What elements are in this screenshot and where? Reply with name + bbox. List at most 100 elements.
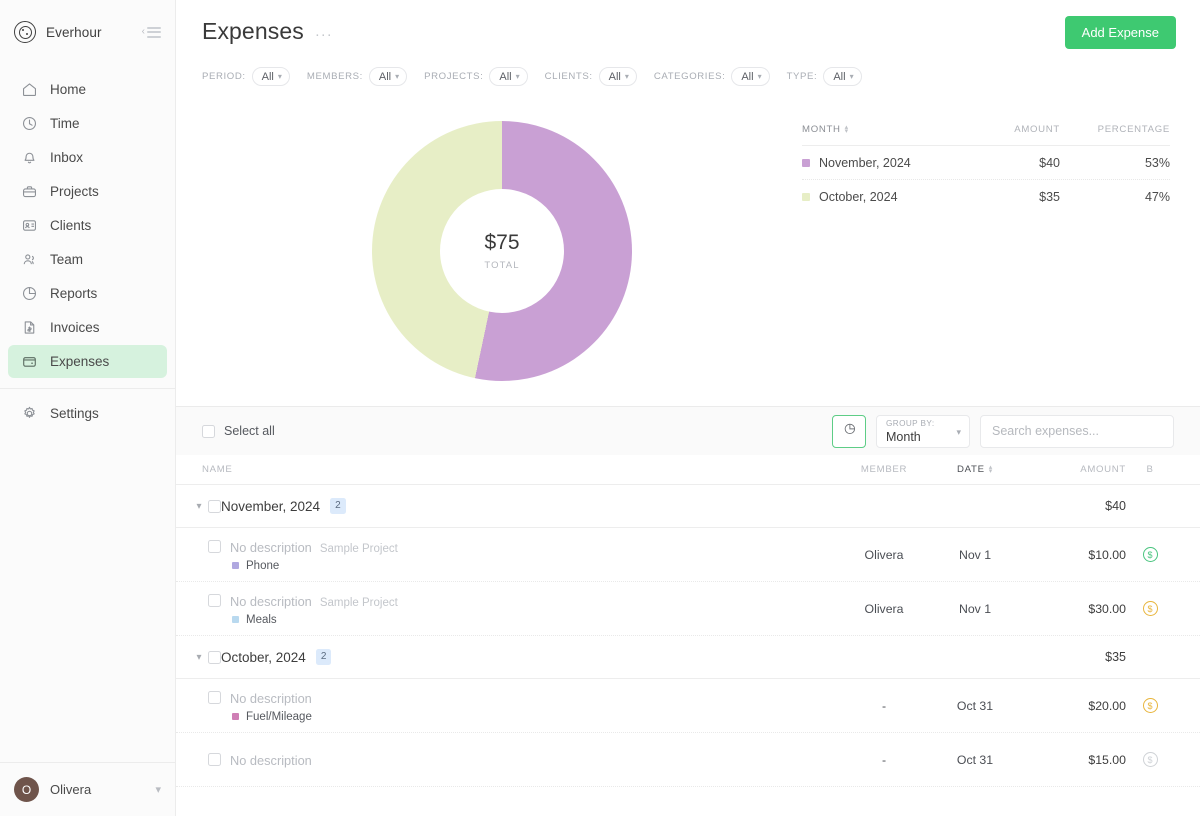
expense-member: -	[836, 753, 932, 767]
expense-texts: No description	[230, 753, 320, 768]
sort-icon: ▴▾	[989, 466, 993, 474]
chart-section: $75 TOTAL MONTH ▴▾ AMOUNT PERCENTAGE	[176, 86, 1200, 406]
filter-label: PERIOD:	[202, 71, 246, 82]
expense-member: Olivera	[836, 548, 932, 562]
expense-name-cell: No description Sample Project Meals	[208, 592, 836, 626]
filter-clients-dropdown[interactable]: All ▾	[599, 67, 637, 86]
legend-header-row: MONTH ▴▾ AMOUNT PERCENTAGE	[802, 124, 1170, 146]
sidebar-item-label: Reports	[50, 286, 97, 301]
group-checkbox[interactable]	[208, 651, 221, 664]
billable-dollar-icon[interactable]: $	[1143, 752, 1158, 767]
legend-row[interactable]: November, 2024 $40 53%	[802, 146, 1170, 180]
category-color-dot	[232, 616, 239, 623]
legend-row-amount: $35	[950, 190, 1060, 204]
more-options-icon[interactable]: ···	[315, 21, 333, 42]
select-all-checkbox[interactable]	[202, 425, 215, 438]
collapse-sidebar-icon[interactable]: ‹	[142, 27, 161, 38]
sidebar-item-label: Home	[50, 82, 86, 97]
chevron-down-icon[interactable]: ▾	[190, 501, 208, 512]
filter-period-dropdown[interactable]: All ▾	[252, 67, 290, 86]
sidebar-item-clients[interactable]: Clients	[8, 209, 167, 242]
brand: Everhour ‹	[0, 0, 175, 64]
expense-category: Fuel/Mileage	[230, 711, 320, 723]
table-row[interactable]: No description Sample Project Meals Oliv…	[176, 582, 1200, 636]
user-menu[interactable]: O Olivera ▾	[0, 762, 175, 816]
filter-label: CLIENTS:	[545, 71, 593, 82]
billable-dollar-icon[interactable]: $	[1143, 601, 1158, 616]
group-count-badge: 2	[316, 649, 332, 665]
search-input[interactable]	[980, 415, 1174, 448]
billable-dollar-icon[interactable]: $	[1143, 698, 1158, 713]
legend-col-amount: AMOUNT	[950, 124, 1060, 135]
people-icon	[20, 250, 39, 269]
chevron-left-icon: ‹	[142, 27, 145, 37]
category-label: Meals	[246, 614, 277, 626]
billable-dollar-icon[interactable]: $	[1143, 547, 1158, 562]
donut-chart: $75 TOTAL	[372, 121, 632, 381]
filter-type-dropdown[interactable]: All ▾	[823, 67, 861, 86]
sidebar-item-home[interactable]: Home	[8, 73, 167, 106]
table-row[interactable]: No description Sample Project Phone Oliv…	[176, 528, 1200, 582]
page-header: Expenses ··· Add Expense PERIOD: All ▾ M…	[176, 0, 1200, 86]
row-checkbox[interactable]	[208, 594, 221, 607]
legend-row-name-cell: October, 2024	[802, 190, 950, 204]
toolbar-right: GROUP BY: Month ▾	[832, 415, 1174, 448]
row-checkbox[interactable]	[208, 540, 221, 553]
expense-name-cell: No description Sample Project Phone	[208, 538, 836, 572]
filter-projects-dropdown[interactable]: All ▾	[489, 67, 527, 86]
menu-lines-icon	[147, 27, 161, 38]
group-name: November, 2024	[221, 499, 320, 514]
group-total-amount: $40	[1018, 499, 1126, 513]
filter-type: TYPE: All ▾	[787, 67, 862, 86]
column-header-member[interactable]: MEMBER	[836, 464, 932, 475]
group-header-row[interactable]: ▾ November, 2024 2 $40	[176, 485, 1200, 528]
select-all-control[interactable]: Select all	[202, 424, 275, 438]
expense-name-cell: No description	[208, 751, 836, 768]
sidebar-item-projects[interactable]: Projects	[8, 175, 167, 208]
briefcase-icon	[20, 182, 39, 201]
expense-title-line: No description Sample Project	[230, 540, 398, 555]
expense-billable-cell: $	[1126, 547, 1174, 562]
table-row[interactable]: No description - Oct 31 $15.00 $	[176, 733, 1200, 787]
sidebar-item-inbox[interactable]: Inbox	[8, 141, 167, 174]
group-by-dropdown[interactable]: GROUP BY: Month ▾	[876, 415, 970, 448]
expense-project: Sample Project	[320, 543, 398, 555]
sidebar-item-time[interactable]: Time	[8, 107, 167, 140]
add-expense-button[interactable]: Add Expense	[1065, 16, 1176, 49]
column-header-date[interactable]: DATE ▴▾	[932, 464, 1018, 475]
expense-billable-cell: $	[1126, 698, 1174, 713]
table-row[interactable]: No description Fuel/Mileage - Oct 31 $20…	[176, 679, 1200, 733]
sidebar-item-settings[interactable]: Settings	[8, 397, 167, 430]
filter-members: MEMBERS: All ▾	[307, 67, 407, 86]
group-checkbox[interactable]	[208, 500, 221, 513]
column-header-date-label: DATE	[957, 464, 985, 475]
expense-member: -	[836, 699, 932, 713]
list-toolbar: Select all GROUP BY: Month ▾	[176, 406, 1200, 455]
row-checkbox[interactable]	[208, 691, 221, 704]
column-header-billable[interactable]: B	[1126, 464, 1174, 475]
sidebar-item-team[interactable]: Team	[8, 243, 167, 276]
column-header-name[interactable]: NAME	[202, 464, 836, 475]
filter-period: PERIOD: All ▾	[202, 67, 290, 86]
filter-members-dropdown[interactable]: All ▾	[369, 67, 407, 86]
chevron-down-icon: ▾	[395, 72, 399, 81]
legend-col-month[interactable]: MONTH ▴▾	[802, 124, 950, 135]
row-checkbox[interactable]	[208, 753, 221, 766]
expense-amount: $20.00	[1018, 699, 1126, 713]
chevron-down-icon: ▾	[625, 72, 629, 81]
legend-row[interactable]: October, 2024 $35 47%	[802, 180, 1170, 214]
group-header-row[interactable]: ▾ October, 2024 2 $35	[176, 636, 1200, 679]
sidebar-item-label: Team	[50, 252, 83, 267]
chevron-down-icon: ▾	[516, 72, 520, 81]
chart-toggle-button[interactable]	[832, 415, 866, 448]
page-title: Expenses	[202, 18, 304, 45]
expense-category: Meals	[230, 614, 398, 626]
filter-categories-dropdown[interactable]: All ▾	[731, 67, 769, 86]
sidebar-item-invoices[interactable]: Invoices	[8, 311, 167, 344]
sidebar-item-expenses[interactable]: Expenses	[8, 345, 167, 378]
sidebar-item-reports[interactable]: Reports	[8, 277, 167, 310]
group-name: October, 2024	[221, 650, 306, 665]
chevron-down-icon[interactable]: ▾	[190, 652, 208, 663]
filter-bar: PERIOD: All ▾ MEMBERS: All ▾ PROJECTS:	[202, 67, 1176, 86]
column-header-amount[interactable]: AMOUNT	[1018, 464, 1126, 475]
